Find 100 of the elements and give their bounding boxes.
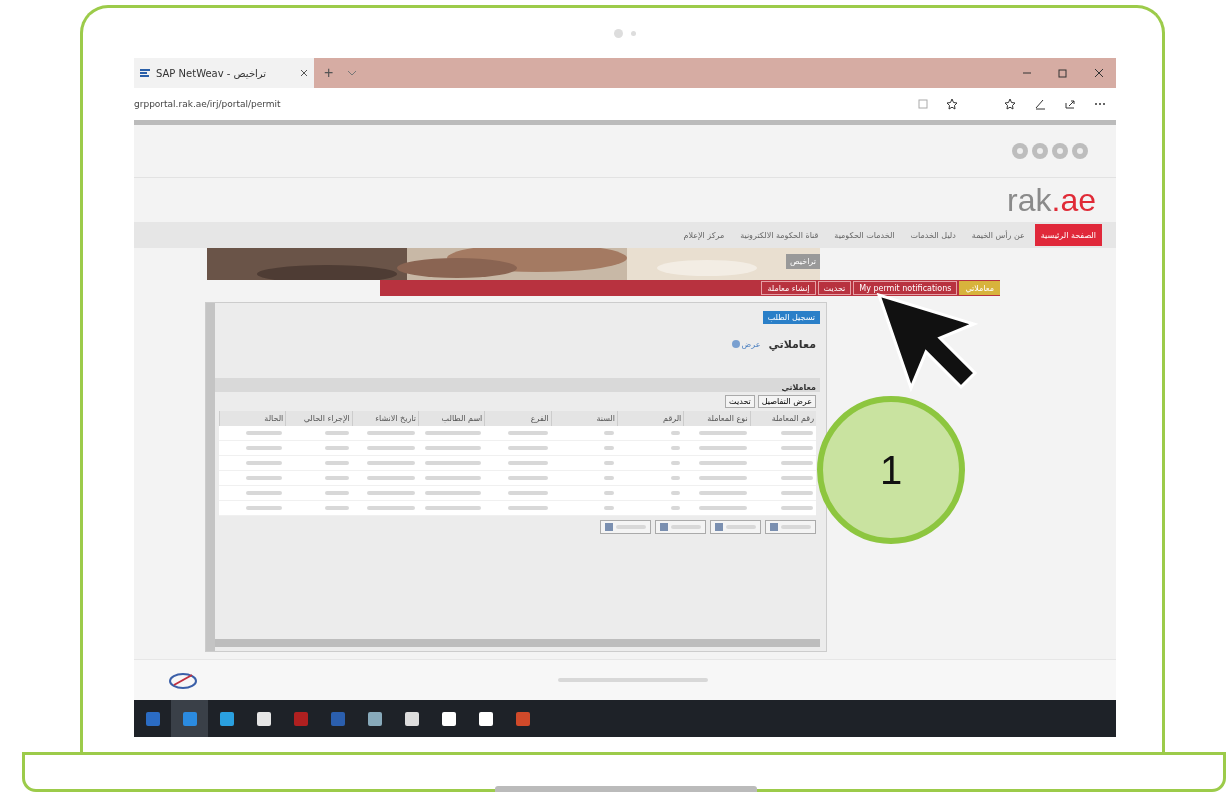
blurred-text (781, 476, 813, 480)
toolbar-button[interactable]: عرض التفاصيل (757, 395, 816, 408)
column-header[interactable]: رقم المعاملة (749, 411, 816, 426)
favorites-icon[interactable] (1004, 98, 1016, 110)
blurred-text (604, 491, 614, 495)
column-header[interactable]: الإجراء الحالي (285, 411, 352, 426)
toolbar-button[interactable] (600, 520, 651, 534)
blurred-text (604, 506, 614, 510)
caret-icon[interactable] (347, 70, 358, 76)
toolbar-button[interactable]: تحديث (725, 395, 755, 408)
blurred-text (425, 491, 482, 495)
blurred-text (367, 461, 415, 465)
blurred-text (246, 431, 283, 435)
blurred-text (507, 506, 548, 510)
column-header[interactable]: تاريخ الانشاء (351, 411, 418, 426)
column-header[interactable]: اسم الطالب (418, 411, 485, 426)
blurred-text (604, 476, 614, 480)
blurred-text (367, 446, 415, 450)
sub-nav-tab[interactable]: تحديث (817, 281, 852, 295)
sensor-dot (631, 30, 636, 36)
nav-item[interactable]: الخدمات الحكومية (828, 224, 901, 246)
blurred-text (367, 476, 415, 480)
sub-nav-tab[interactable]: My permit notifications (853, 281, 958, 295)
document-icon (715, 523, 723, 531)
social-icon[interactable] (1072, 143, 1088, 159)
close-icon[interactable] (1094, 68, 1104, 78)
column-header[interactable]: الرقم (617, 411, 684, 426)
panel-title: معاملاتي (768, 337, 816, 351)
close-icon[interactable] (300, 69, 308, 77)
blurred-text (425, 476, 482, 480)
blurred-text (324, 461, 349, 465)
camera-dot (614, 28, 623, 38)
star-icon[interactable] (946, 98, 958, 110)
blurred-text (367, 506, 415, 510)
cursor-arrow-icon (876, 292, 978, 392)
blurred-text (507, 491, 548, 495)
blurred-text (324, 476, 349, 480)
share-icon[interactable] (1064, 98, 1076, 110)
nav-item[interactable]: الصفحة الرئيسية (1034, 224, 1102, 246)
blurred-text (604, 461, 614, 465)
blurred-text (698, 446, 747, 450)
column-header[interactable]: الحالة (219, 411, 286, 426)
social-icon[interactable] (1032, 143, 1048, 159)
blurred-text (324, 506, 349, 510)
action-button[interactable]: تسجيل الطلب (762, 311, 820, 324)
blurred-text (781, 491, 813, 495)
blurred-text (507, 431, 548, 435)
blurred-text (670, 506, 681, 510)
blurred-text (670, 446, 681, 450)
nav-item[interactable]: مركز الإعلام (677, 224, 731, 246)
blurred-text (246, 461, 283, 465)
column-header[interactable]: نوع المعاملة (683, 411, 750, 426)
blurred-text (425, 446, 482, 450)
blurred-text (670, 431, 681, 435)
blurred-text (425, 461, 482, 465)
scrollbar[interactable] (215, 639, 820, 647)
nav-item[interactable]: عن رأس الخيمة (965, 224, 1031, 246)
column-header[interactable]: السنة (550, 411, 617, 426)
blurred-text (324, 431, 349, 435)
nav-item[interactable]: قناة الحكومة الالكترونية (734, 224, 825, 246)
scrollbar[interactable] (206, 303, 215, 651)
blurred-text (698, 476, 747, 480)
blurred-text (698, 491, 747, 495)
section-header: معاملاتي (215, 378, 820, 392)
blurred-text (507, 461, 548, 465)
help-icon[interactable] (731, 340, 740, 348)
blurred-text (367, 491, 415, 495)
blurred-text (507, 476, 548, 480)
blurred-text (698, 461, 747, 465)
site-logo[interactable]: rak.ae (1007, 181, 1096, 219)
sub-nav-tab[interactable]: إنشاء معاملة (761, 281, 816, 295)
blurred-text (425, 431, 482, 435)
blurred-text (698, 506, 747, 510)
new-tab-button[interactable]: + (324, 64, 334, 82)
blurred-text (324, 446, 349, 450)
blurred-text (781, 446, 813, 450)
browser-tab[interactable]: SAP NetWeav - تراخيص (134, 58, 314, 88)
document-icon (605, 523, 613, 531)
toolbar-button[interactable] (710, 520, 761, 534)
blurred-text (698, 431, 747, 435)
blurred-text (246, 476, 283, 480)
blurred-text (425, 506, 482, 510)
blurred-text (507, 446, 548, 450)
blurred-text (324, 491, 349, 495)
column-header[interactable]: الفرع (484, 411, 551, 426)
nav-item[interactable]: دليل الخدمات (904, 224, 962, 246)
social-icon[interactable] (1052, 143, 1068, 159)
toolbar-button[interactable] (655, 520, 706, 534)
blurred-text (246, 446, 283, 450)
maximize-icon[interactable] (1058, 68, 1068, 78)
more-icon[interactable] (1094, 102, 1106, 106)
document-icon (660, 523, 668, 531)
blurred-text (604, 431, 614, 435)
blurred-text (604, 446, 614, 450)
social-icon[interactable] (1012, 143, 1028, 159)
pen-icon[interactable] (1034, 98, 1046, 110)
toolbar-button[interactable] (765, 520, 816, 534)
blurred-text (246, 506, 283, 510)
blurred-text (367, 431, 415, 435)
help-link[interactable]: عرض (741, 339, 761, 349)
